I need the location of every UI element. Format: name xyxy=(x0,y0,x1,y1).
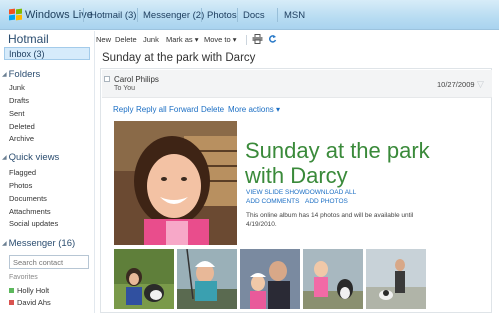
folders-heading[interactable]: ◢ Folders xyxy=(2,69,40,80)
quickviews-heading[interactable]: ◢ Quick views xyxy=(2,152,59,163)
contact-name: David Ahs xyxy=(17,298,51,307)
collapse-triangle-icon: ◢ xyxy=(2,72,7,78)
nav-divider xyxy=(201,8,202,22)
nav-link-hotmail[interactable]: Hotmail (3) xyxy=(90,10,136,21)
sidebar-item-flagged[interactable]: Flagged xyxy=(9,168,36,177)
reply-all-link[interactable]: Reply all xyxy=(136,105,167,114)
contact-holly-holt[interactable]: Holly Holt xyxy=(9,286,49,295)
message-date: 10/27/2009 xyxy=(437,80,475,89)
nav-divider xyxy=(277,8,278,22)
sidebar-item-social-updates[interactable]: Social updates xyxy=(9,219,58,228)
add-photos-link[interactable]: ADD PHOTOS xyxy=(305,198,348,205)
album-thumbnail[interactable] xyxy=(366,249,426,309)
move-to-menu[interactable]: Move to ▾ xyxy=(204,35,237,44)
flag-icon[interactable]: ▽ xyxy=(477,79,484,90)
album-availability-note: This online album has 14 photos and will… xyxy=(246,212,414,228)
sidebar-item-sent[interactable]: Sent xyxy=(9,109,24,118)
windows-live-logo[interactable]: Windows Live xyxy=(9,8,93,22)
top-nav-bar: Windows Live Hotmail (3) Messenger (2) P… xyxy=(0,0,499,30)
inbox-label: Inbox (3) xyxy=(9,49,45,59)
message-header xyxy=(102,70,492,98)
more-actions-menu[interactable]: More actions ▾ xyxy=(228,105,280,114)
sidebar-item-photos[interactable]: Photos xyxy=(9,181,32,190)
contact-david-ahs[interactable]: David Ahs xyxy=(9,298,51,307)
left-sidebar: Hotmail Inbox (3) ◢ Folders Junk Drafts … xyxy=(0,31,95,313)
nav-link-docs[interactable]: Docs xyxy=(243,10,265,21)
album-thumbnail[interactable] xyxy=(177,249,237,309)
sidebar-item-attachments[interactable]: Attachments xyxy=(9,207,51,216)
windows-flag-icon xyxy=(9,8,22,21)
delete-link[interactable]: Delete xyxy=(201,105,224,114)
mark-as-menu[interactable]: Mark as ▾ xyxy=(166,35,199,44)
add-comments-link[interactable]: ADD COMMENTS xyxy=(246,198,299,205)
favorites-label: Favorites xyxy=(9,274,38,281)
new-button[interactable]: New xyxy=(96,35,111,44)
sidebar-item-archive[interactable]: Archive xyxy=(9,134,34,143)
search-contact-input[interactable] xyxy=(9,255,89,269)
contact-name: Holly Holt xyxy=(17,286,50,295)
view-slide-show-link[interactable]: VIEW SLIDE SHOW xyxy=(246,189,305,196)
hotmail-title[interactable]: Hotmail xyxy=(8,32,49,46)
album-thumbnail[interactable] xyxy=(303,249,363,309)
download-all-link[interactable]: DOWNLOAD ALL xyxy=(305,189,356,196)
collapse-triangle-icon: ◢ xyxy=(2,155,7,161)
collapse-triangle-icon: ◢ xyxy=(2,241,7,247)
sidebar-item-inbox[interactable]: Inbox (3) xyxy=(4,47,90,60)
collapse-toggle-icon[interactable] xyxy=(104,76,110,82)
nav-divider xyxy=(137,8,138,22)
album-thumbnail[interactable] xyxy=(240,249,300,309)
recipient-label: To You xyxy=(114,85,136,92)
sidebar-item-junk[interactable]: Junk xyxy=(9,83,25,92)
nav-link-msn[interactable]: MSN xyxy=(284,10,305,21)
album-thumbnail[interactable] xyxy=(114,249,174,309)
junk-button[interactable]: Junk xyxy=(143,35,159,44)
folders-heading-label: Folders xyxy=(8,69,41,80)
album-cover-photo[interactable] xyxy=(114,121,237,245)
nav-link-photos[interactable]: Photos xyxy=(207,10,237,21)
reply-link[interactable]: Reply xyxy=(113,105,133,114)
messenger-heading[interactable]: ◢ Messenger (16) xyxy=(2,238,75,249)
nav-divider xyxy=(237,8,238,22)
refresh-icon[interactable] xyxy=(268,34,277,46)
nav-divider xyxy=(83,8,84,22)
quickviews-heading-label: Quick views xyxy=(8,152,60,163)
sidebar-item-documents[interactable]: Documents xyxy=(9,194,47,203)
online-status-icon xyxy=(9,288,14,293)
busy-status-icon xyxy=(9,300,14,305)
sender-name[interactable]: Carol Philips xyxy=(114,75,159,84)
nav-link-messenger[interactable]: Messenger (2) xyxy=(143,10,204,21)
message-subject: Sunday at the park with Darcy xyxy=(102,52,256,64)
album-title: Sunday at the park with Darcy xyxy=(245,138,430,188)
toolbar-divider xyxy=(246,35,247,45)
sidebar-item-deleted[interactable]: Deleted xyxy=(9,122,35,131)
print-icon[interactable] xyxy=(252,34,263,46)
messenger-heading-label: Messenger (16) xyxy=(8,238,76,249)
toolbar: New Delete Junk Mark as ▾ Move to ▾ xyxy=(96,31,499,47)
forward-link[interactable]: Forward xyxy=(169,105,198,114)
sidebar-item-drafts[interactable]: Drafts xyxy=(9,96,29,105)
delete-button[interactable]: Delete xyxy=(115,35,137,44)
